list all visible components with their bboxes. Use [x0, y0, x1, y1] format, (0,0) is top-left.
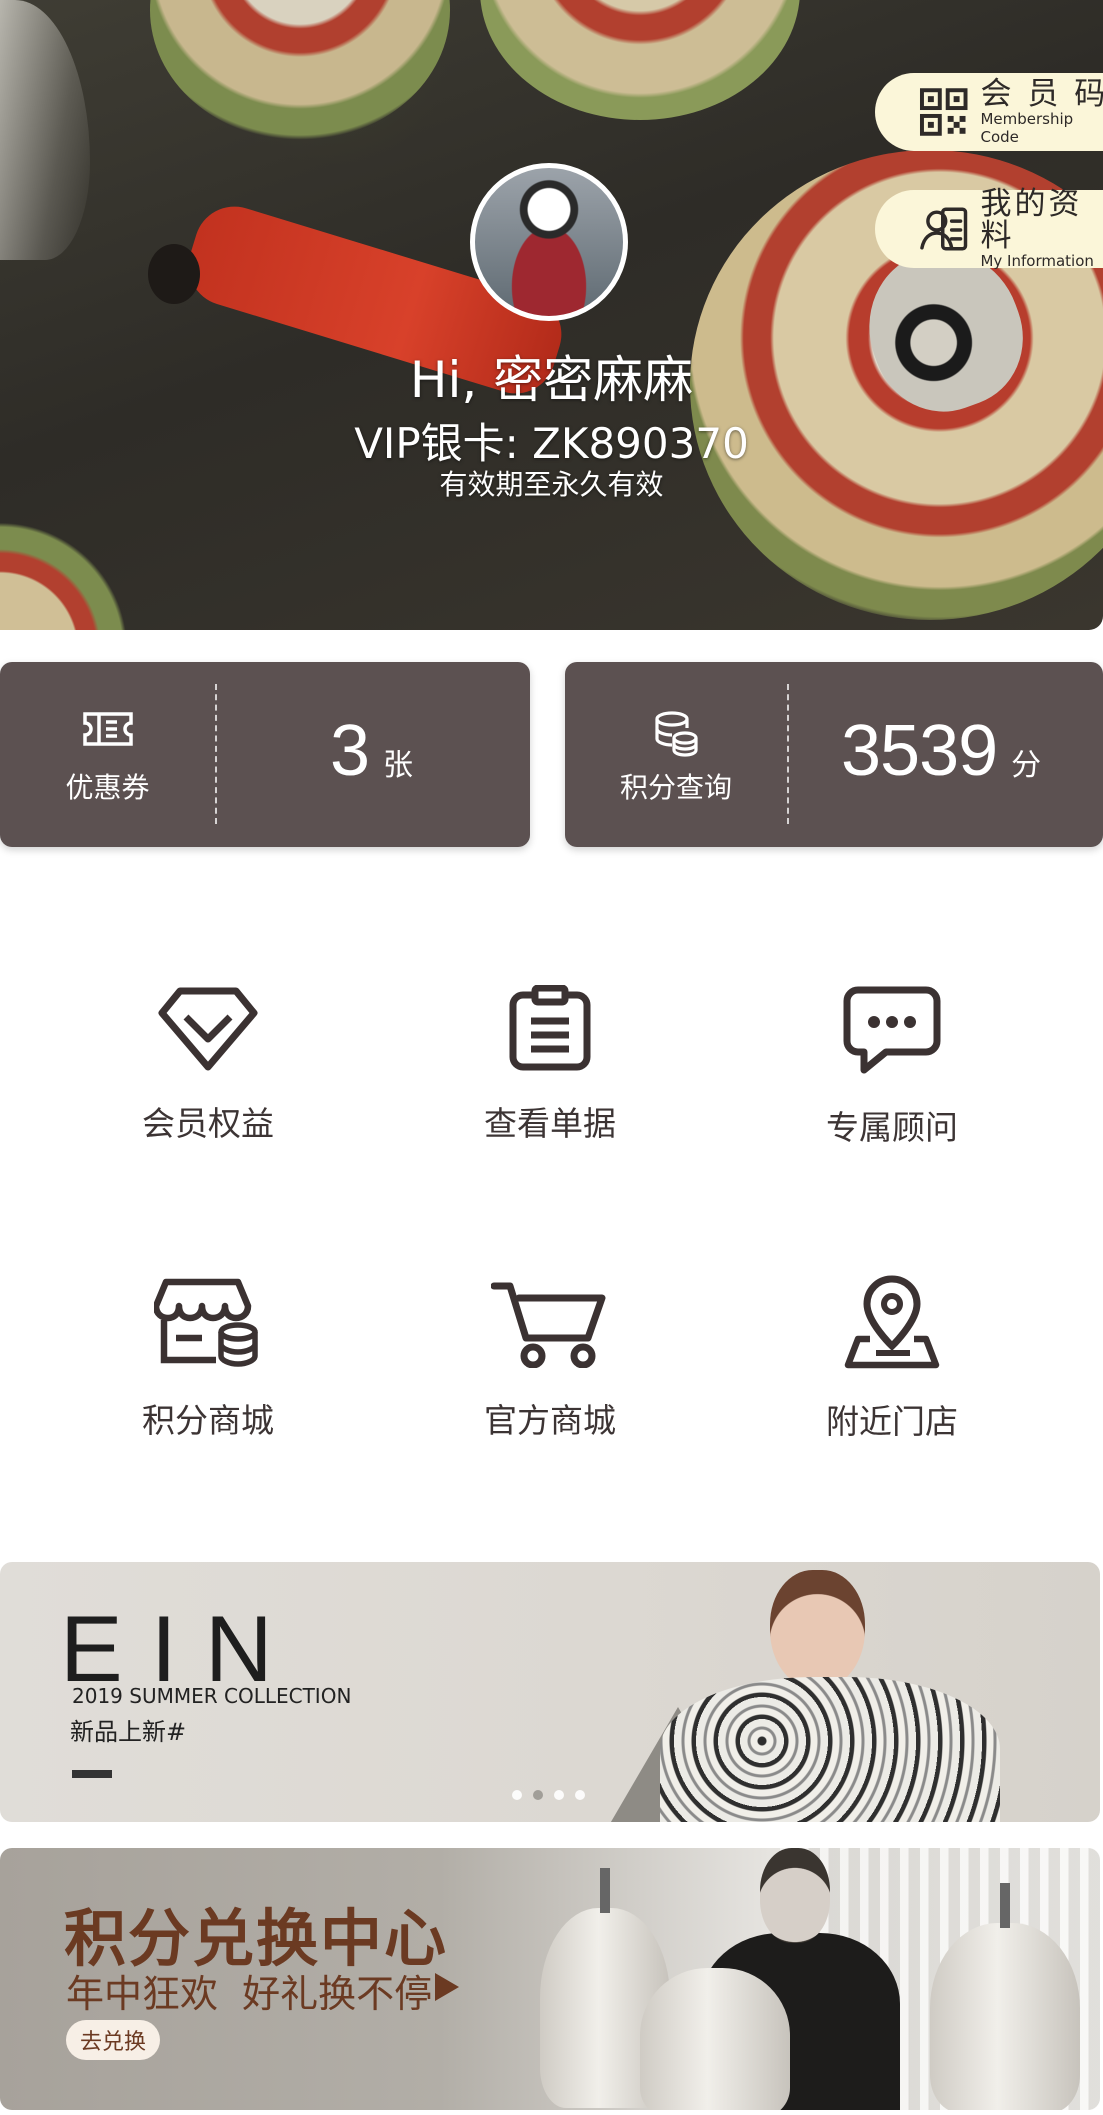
hero-bg-fan	[0, 500, 160, 630]
carousel-dot[interactable]	[554, 1790, 564, 1800]
hero-bg-plume	[0, 0, 90, 260]
coupon-label: 优惠券	[65, 771, 150, 804]
banner-accent-bar	[72, 1770, 112, 1778]
hero-banner: Hi, 密密麻麻 VIP银卡: ZK890370 有效期至永久有效 会 员 码 …	[0, 0, 1103, 630]
my-information-button[interactable]: 我的资料 My Information	[875, 186, 1103, 270]
cart-icon	[491, 1282, 606, 1368]
menu-item-label: 官方商城	[484, 1401, 616, 1440]
banner-tagline: 新品上新#	[70, 1718, 187, 1746]
menu-item-points-mall[interactable]: 积分商城	[58, 1278, 358, 1442]
coupon-unit: 张	[383, 748, 414, 783]
clipboard-icon	[509, 985, 591, 1071]
card-validity: 有效期至永久有效	[439, 468, 664, 501]
banner-mannequin-stand	[600, 1868, 610, 1913]
card-number: VIP银卡: ZK890370	[354, 419, 749, 468]
banner-mannequin	[930, 1923, 1080, 2110]
menu-item-view-orders[interactable]: 查看单据	[400, 985, 700, 1145]
carousel-dot[interactable]	[512, 1790, 522, 1800]
my-information-title: 我的资料	[980, 186, 1083, 254]
membership-code-title: 会 员 码	[980, 76, 1103, 112]
coupon-value: 3 张	[330, 710, 413, 792]
card-divider	[215, 684, 217, 824]
play-arrow-icon	[435, 1973, 459, 2001]
user-card-icon	[920, 207, 968, 251]
diamond-icon	[158, 987, 258, 1071]
hero-bg-fan	[480, 0, 800, 120]
menu-item-label: 会员权益	[142, 1104, 274, 1143]
banner-model-head	[770, 1570, 865, 1690]
banner-mannequin-stand	[1000, 1883, 1010, 1928]
menu-item-member-benefits[interactable]: 会员权益	[58, 985, 358, 1145]
points-card-left: 积分查询	[565, 662, 787, 847]
coupon-card-left: 优惠券	[0, 662, 215, 847]
menu-item-label: 附近门店	[826, 1402, 958, 1441]
carousel-dot[interactable]	[575, 1790, 585, 1800]
new-collection-banner[interactable]: EIN 2019 SUMMER COLLECTION 新品上新#	[0, 1562, 1100, 1822]
my-information-subtitle: My Information	[980, 252, 1094, 270]
go-exchange-button[interactable]: 去兑换	[66, 2020, 161, 2060]
ticket-icon	[82, 712, 133, 746]
coupon-card[interactable]: 优惠券 3 张	[0, 662, 530, 847]
menu-item-label: 查看单据	[484, 1104, 616, 1143]
points-value: 3539 分	[841, 710, 1041, 792]
points-count: 3539	[841, 711, 998, 791]
membership-code-button[interactable]: 会 员 码 Membership Code	[875, 73, 1103, 151]
points-exchange-banner[interactable]: 积分兑换中心 年中狂欢 好礼换不停 去兑换	[0, 1848, 1100, 2110]
points-unit: 分	[1011, 748, 1042, 783]
card-divider	[787, 684, 789, 824]
membership-code-subtitle: Membership Code	[980, 110, 1074, 146]
banner-mannequin	[640, 1968, 790, 2110]
coin-stack-icon	[655, 711, 698, 757]
points-card[interactable]: 积分查询 3539 分	[565, 662, 1103, 847]
map-pin-icon	[844, 1275, 940, 1369]
hero-bg-figure-head	[148, 244, 200, 304]
points-label: 积分查询	[619, 771, 732, 804]
menu-item-advisor[interactable]: 专属顾问	[742, 985, 1042, 1149]
carousel-indicator	[512, 1790, 585, 1800]
menu-item-label: 积分商城	[142, 1401, 274, 1440]
banner-model-image	[600, 1562, 1020, 1822]
hero-bg-fan	[150, 0, 450, 140]
points-exchange-subtitle: 年中狂欢 好礼换不停	[66, 1972, 433, 2016]
avatar[interactable]	[470, 163, 628, 321]
carousel-dot-active[interactable]	[533, 1790, 543, 1800]
brand-logo: EIN	[60, 1596, 301, 1701]
chat-icon	[843, 986, 941, 1074]
banner-model-head	[760, 1848, 830, 1943]
shop-coins-icon	[154, 1278, 258, 1367]
qr-code-icon	[919, 88, 968, 136]
menu-item-official-mall[interactable]: 官方商城	[400, 1278, 700, 1442]
collection-title: 2019 SUMMER COLLECTION	[72, 1684, 352, 1708]
coupon-count: 3	[330, 711, 370, 791]
menu-item-nearby-stores[interactable]: 附近门店	[742, 1275, 1042, 1443]
banner-model-body	[660, 1677, 1000, 1822]
greeting-text: Hi, 密密麻麻	[409, 351, 694, 409]
menu-item-label: 专属顾问	[826, 1108, 958, 1147]
